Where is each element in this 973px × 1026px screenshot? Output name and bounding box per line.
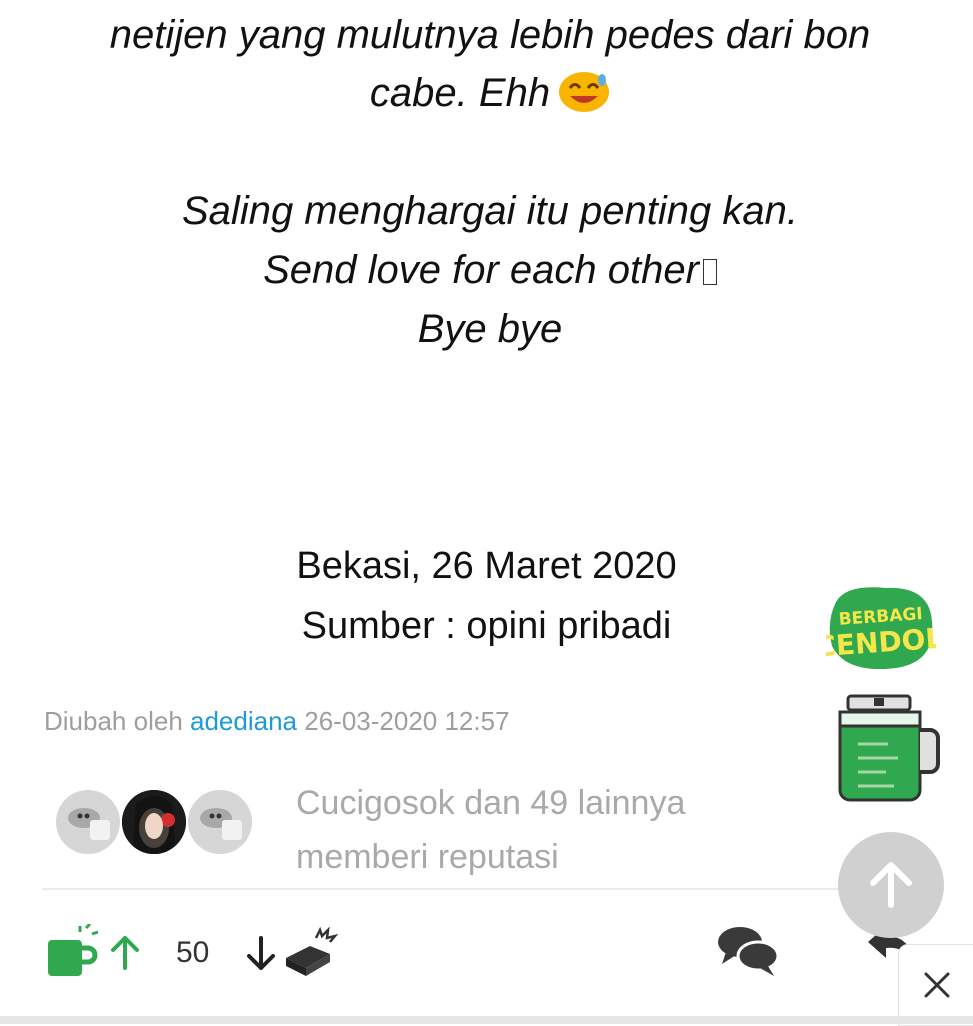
give-bata-button[interactable] bbox=[282, 924, 340, 981]
avatar[interactable] bbox=[188, 790, 252, 854]
reputation-avatars[interactable] bbox=[56, 790, 256, 860]
avatar[interactable] bbox=[122, 790, 186, 854]
close-icon bbox=[924, 972, 949, 998]
arrow-up-icon bbox=[870, 862, 912, 908]
missing-glyph-icon bbox=[702, 259, 717, 285]
grinning-face-emoji-icon bbox=[558, 70, 610, 114]
arrow-down-icon bbox=[247, 936, 275, 970]
comments-icon bbox=[718, 927, 780, 976]
give-cendol-button[interactable] bbox=[46, 922, 102, 985]
post-text-span: Send love for each other bbox=[263, 248, 699, 292]
edit-prefix: Diubah oleh bbox=[44, 706, 183, 736]
comments-button[interactable] bbox=[716, 924, 780, 981]
editor-username-link[interactable]: adediana bbox=[190, 706, 297, 736]
edit-info: Diubah oleh adediana 26-03-2020 12:57 bbox=[44, 706, 510, 737]
edit-timestamp: 26-03-2020 12:57 bbox=[304, 706, 510, 736]
bottom-bar bbox=[0, 1016, 973, 1024]
vote-count: 50 bbox=[176, 936, 210, 969]
scroll-to-top-button[interactable] bbox=[838, 832, 944, 938]
post-text-line: netijen yang mulutnya lebih pedes dari b… bbox=[109, 13, 871, 57]
avatar[interactable] bbox=[56, 790, 120, 854]
cendol-cup-icon bbox=[48, 922, 99, 976]
downvote-button[interactable] bbox=[246, 936, 276, 975]
reputation-line: memberi reputasi bbox=[296, 838, 559, 876]
upvote-button[interactable] bbox=[110, 936, 140, 975]
berbagi-cendol-badge[interactable]: BERBAGI CENDOL bbox=[814, 582, 944, 674]
post-text-line: Bye bye bbox=[417, 307, 563, 351]
divider bbox=[42, 888, 932, 890]
post-text-line: Send love for each other bbox=[40, 241, 940, 299]
brick-icon bbox=[286, 926, 339, 976]
cendol-jar-icon[interactable] bbox=[836, 694, 942, 804]
post-text-line: Saling menghargai itu penting kan. bbox=[182, 189, 798, 233]
arrow-up-icon bbox=[111, 936, 139, 970]
post-text-span: cabe. Ehh bbox=[369, 71, 551, 115]
post-text-line: cabe. Ehh bbox=[40, 64, 940, 122]
reputation-line: Cucigosok dan 49 lainnya bbox=[296, 784, 686, 822]
close-button[interactable] bbox=[898, 944, 973, 1026]
reputation-text[interactable]: Cucigosok dan 49 lainnya memberi reputas… bbox=[296, 776, 685, 884]
